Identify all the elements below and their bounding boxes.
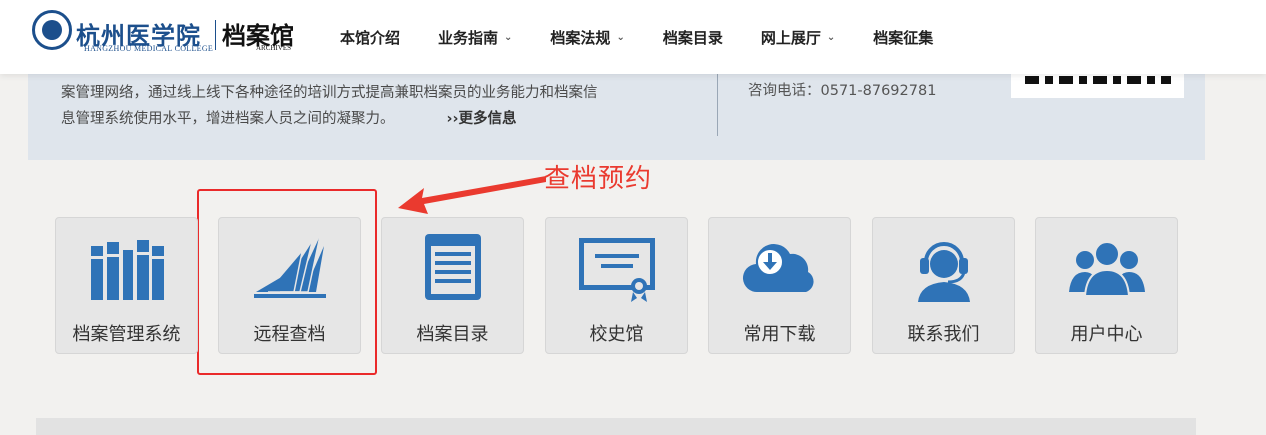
band-divider [717, 74, 718, 136]
tile-archive-system[interactable]: 档案管理系统 [55, 217, 198, 354]
tile-history-museum[interactable]: 校史馆 [545, 217, 688, 354]
tile-remote-search[interactable]: 远程查档 [218, 217, 361, 354]
annotation-label: 查档预约 [544, 164, 653, 194]
tile-label: 常用下载 [743, 324, 816, 345]
logo-divider [215, 20, 216, 50]
nav-item-exhibition[interactable]: 网上展厅 ⌄ [761, 27, 835, 48]
nav-item-about[interactable]: 本馆介绍 [340, 27, 400, 48]
headset-user-icon [918, 242, 970, 302]
nav-item-catalog[interactable]: 档案目录 [663, 27, 723, 48]
nav-item-guide[interactable]: 业务指南 ⌄ [438, 27, 512, 48]
nav-item-label: 业务指南 [438, 28, 499, 47]
chevron-down-icon: ⌄ [826, 31, 836, 43]
nav-item-label: 档案法规 [550, 28, 611, 47]
nav-item-collection[interactable]: 档案征集 [873, 27, 933, 48]
bottom-section [36, 418, 1196, 435]
qr-code-icon [1011, 74, 1184, 98]
info-band: 案管理网络，通过线上线下各种途径的培训方式提高兼职档案员的业务能力和档案信 息管… [28, 74, 1205, 160]
user-group-icon [1069, 241, 1145, 297]
tile-label: 远程查档 [253, 324, 326, 345]
bookshelf-icon [91, 240, 164, 300]
chevron-down-icon: ⌄ [504, 31, 513, 43]
site-header: 杭州医学院 HANGZHOU MEDICAL COLLEGE 档案馆 ARCHI… [0, 0, 1266, 74]
college-emblem-icon [32, 10, 72, 50]
intro-line: 息管理系统使用水平，增进档案人员之间的凝聚力。 ››更多信息 [61, 111, 517, 127]
tile-archive-catalog[interactable]: 档案目录 [381, 217, 524, 354]
tile-label: 档案管理系统 [72, 324, 181, 345]
tile-downloads[interactable]: 常用下载 [708, 217, 851, 354]
cloud-download-icon [742, 244, 814, 293]
nav-item-label: 档案目录 [662, 28, 723, 47]
nav-item-label: 本馆介绍 [340, 28, 401, 47]
chevron-down-icon: ⌄ [616, 31, 625, 43]
annotation-arrow-icon [398, 176, 546, 214]
more-info-link[interactable]: ››更多信息 [447, 111, 517, 127]
logo-archive-name-en: ARCHIVES [256, 44, 292, 52]
nav-item-regulations[interactable]: 档案法规 ⌄ [550, 27, 624, 48]
document-list-icon [425, 234, 481, 300]
tile-user-center[interactable]: 用户中心 [1035, 217, 1178, 354]
tile-contact-us[interactable]: 联系我们 [872, 217, 1015, 354]
intro-text: 案管理网络，通过线上线下各种途径的培训方式提高兼职档案员的业务能力和档案信 息管… [61, 80, 721, 132]
site-logo[interactable]: 杭州医学院 HANGZHOU MEDICAL COLLEGE 档案馆 ARCHI… [24, 8, 308, 64]
tile-label: 档案目录 [416, 324, 489, 345]
open-book-icon [254, 235, 326, 298]
tile-label: 联系我们 [907, 324, 980, 345]
logo-college-name-en: HANGZHOU MEDICAL COLLEGE [84, 44, 214, 53]
intro-line: 案管理网络，通过线上线下各种途径的培训方式提高兼职档案员的业务能力和档案信 [61, 85, 598, 101]
contact-phone: 咨询电话：0571-87692781 [748, 83, 937, 99]
main-nav: 本馆介绍 业务指南 ⌄ 档案法规 ⌄ 档案目录 网上展厅 ⌄ 档案征集 [340, 0, 971, 74]
nav-item-label: 档案征集 [873, 28, 934, 47]
nav-item-label: 网上展厅 [760, 28, 821, 47]
tile-label: 用户中心 [1070, 324, 1143, 345]
tile-label: 校史馆 [589, 324, 644, 345]
certificate-icon [579, 238, 655, 302]
